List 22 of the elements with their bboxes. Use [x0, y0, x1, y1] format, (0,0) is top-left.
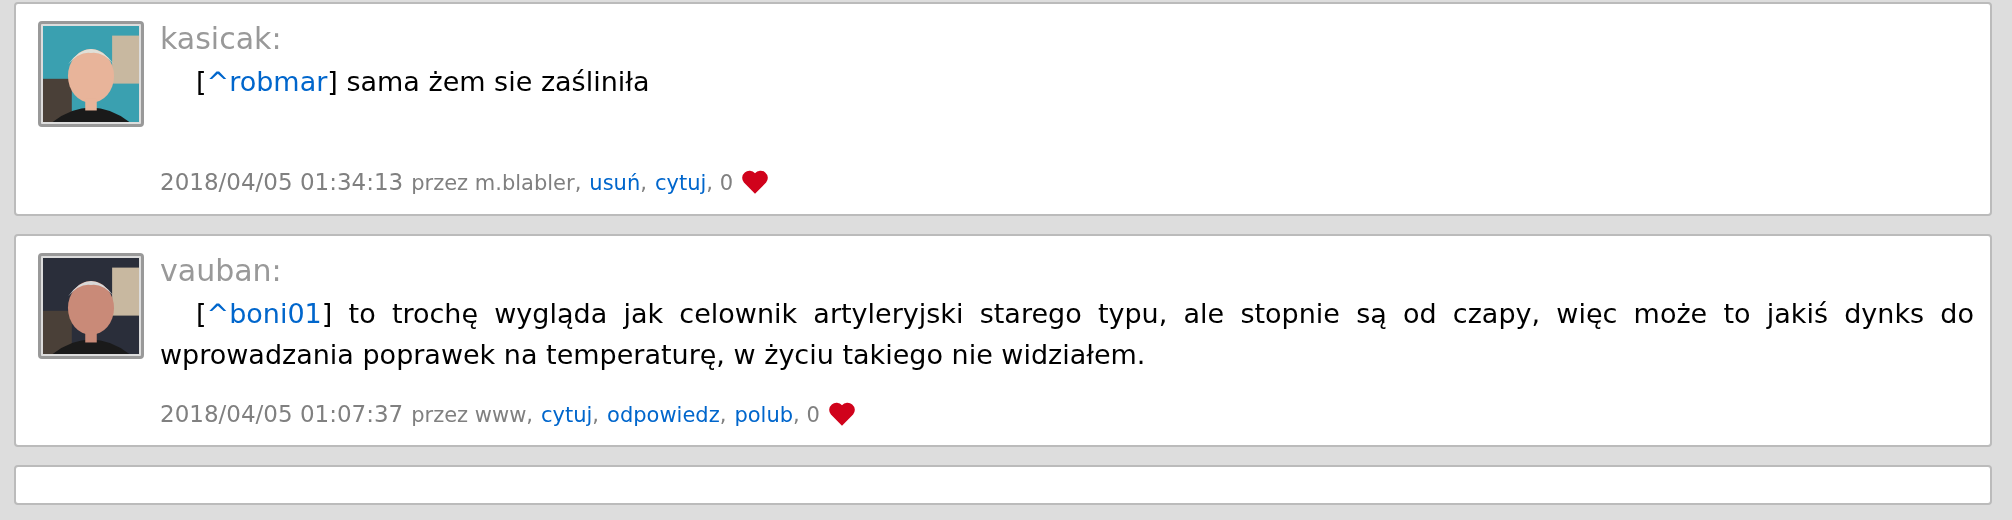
meta-text: , 0 — [706, 170, 733, 197]
username: kasicak: — [160, 21, 282, 57]
action-link[interactable]: polub — [734, 399, 794, 431]
action-link[interactable]: cytuj — [654, 168, 707, 200]
meta-text: przez www, — [411, 401, 533, 429]
heart-icon[interactable] — [827, 400, 856, 427]
comment-text: [^robmar] sama żem sie zaśliniła — [195, 65, 651, 99]
meta-text: , — [592, 401, 600, 429]
meta-text: , — [719, 401, 727, 429]
heart-icon[interactable] — [741, 169, 769, 196]
user-link[interactable]: ^robmar — [206, 66, 328, 97]
action-link[interactable]: cytuj — [541, 399, 593, 431]
meta-text: , 0 — [793, 401, 820, 429]
comment-text: [^boni01] to trochę wygląda jak celownik artyleryjski starego typu, ale stopnie są od czapy, więc może to jakiś dynks do wprowadzania poprawek na temperaturę, w życiu takiego nie widziałem. — [160, 296, 1974, 372]
action-link[interactable]: odpowiedz — [607, 399, 720, 431]
timestamp: 2018/04/05 01:34:13 — [160, 168, 404, 197]
action-link[interactable]: usuń — [589, 168, 641, 200]
meta-text: przez m.blabler, — [411, 170, 582, 197]
username: vauban: — [160, 252, 282, 289]
user-link[interactable]: ^boni01 — [206, 297, 322, 329]
timestamp: 2018/04/05 01:07:37 — [160, 399, 404, 429]
meta-text: , — [640, 170, 647, 197]
